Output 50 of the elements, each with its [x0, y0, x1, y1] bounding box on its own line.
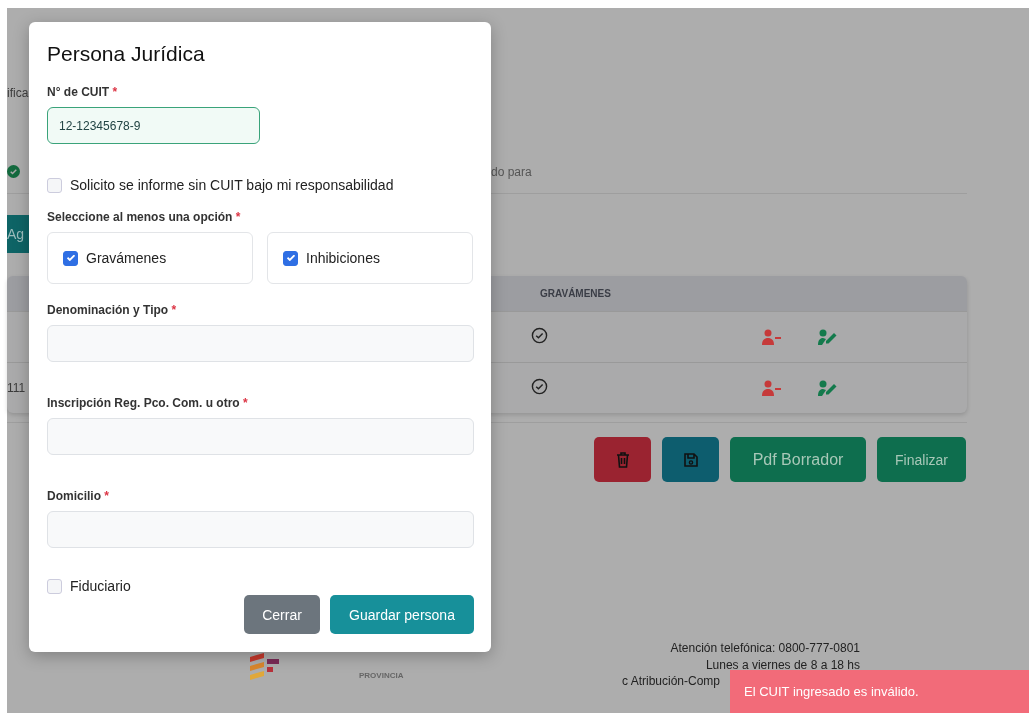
required-asterisk: *	[235, 210, 241, 224]
text-input[interactable]	[47, 418, 474, 455]
add-button[interactable]: Ag	[7, 215, 29, 253]
field-label: Denominación y Tipo	[47, 303, 169, 317]
field-label: Domicilio	[47, 489, 101, 503]
edit-user-icon[interactable]	[818, 380, 838, 396]
footer-text: Lunes a viernes de 8 a 18 hs	[705, 657, 860, 674]
cuit-input[interactable]: 12-12345678-9	[47, 107, 260, 144]
required-asterisk: *	[243, 396, 248, 410]
option-label: Inhibiciones	[306, 250, 380, 266]
column-header: GRAVÁMENES	[540, 288, 611, 299]
edit-user-icon[interactable]	[818, 329, 838, 345]
floppy-disk-icon	[682, 451, 699, 468]
logo-stripes-icon	[250, 653, 279, 680]
checkbox-label: Solicito se informe sin CUIT bajo mi responsabilidad	[70, 177, 394, 193]
text-fragment: ifica	[7, 86, 29, 100]
footer-text: Atención telefónica: 0800-777-0801	[670, 640, 860, 657]
text-input[interactable]	[47, 325, 474, 362]
checkbox-label: Fiduciario	[70, 578, 131, 594]
field-label: Seleccione al menos una opción	[47, 210, 233, 224]
footer-text: c Atribución-Comp	[622, 674, 721, 688]
trash-icon	[614, 450, 631, 469]
save-button[interactable]	[662, 437, 719, 482]
required-asterisk: *	[112, 85, 118, 99]
toast-message: El CUIT ingresado es inválido.	[744, 684, 919, 699]
check-circle-icon	[531, 377, 548, 395]
delete-button[interactable]	[594, 437, 651, 482]
save-person-button[interactable]: Guardar persona	[330, 595, 474, 634]
close-button[interactable]: Cerrar	[244, 595, 320, 634]
field-label: Inscripción Reg. Pco. Com. u otro	[47, 396, 240, 410]
modal-title: Persona Jurídica	[47, 42, 206, 66]
text-input[interactable]	[47, 511, 474, 548]
remove-user-icon[interactable]	[762, 380, 782, 396]
required-asterisk: *	[104, 489, 110, 503]
field-label: N° de CUIT	[47, 85, 110, 99]
checkbox[interactable]	[283, 250, 298, 266]
text-fragment: 111	[7, 381, 26, 395]
option-card[interactable]: Inhibiciones	[267, 232, 473, 284]
check-circle-icon	[531, 326, 548, 344]
checkmark-icon	[66, 255, 75, 261]
pdf-draft-button[interactable]: Pdf Borrador	[730, 437, 866, 482]
option-card[interactable]: Gravámenes	[47, 232, 253, 284]
option-label: Gravámenes	[86, 250, 167, 266]
checkmark-icon	[286, 255, 295, 261]
remove-user-icon[interactable]	[762, 329, 782, 345]
logo-subtitle: PROVINCIA	[359, 671, 404, 680]
checkbox[interactable]	[63, 250, 78, 266]
finish-button[interactable]: Finalizar	[877, 437, 966, 482]
step-label: do para	[491, 165, 532, 179]
required-asterisk: *	[171, 303, 177, 317]
